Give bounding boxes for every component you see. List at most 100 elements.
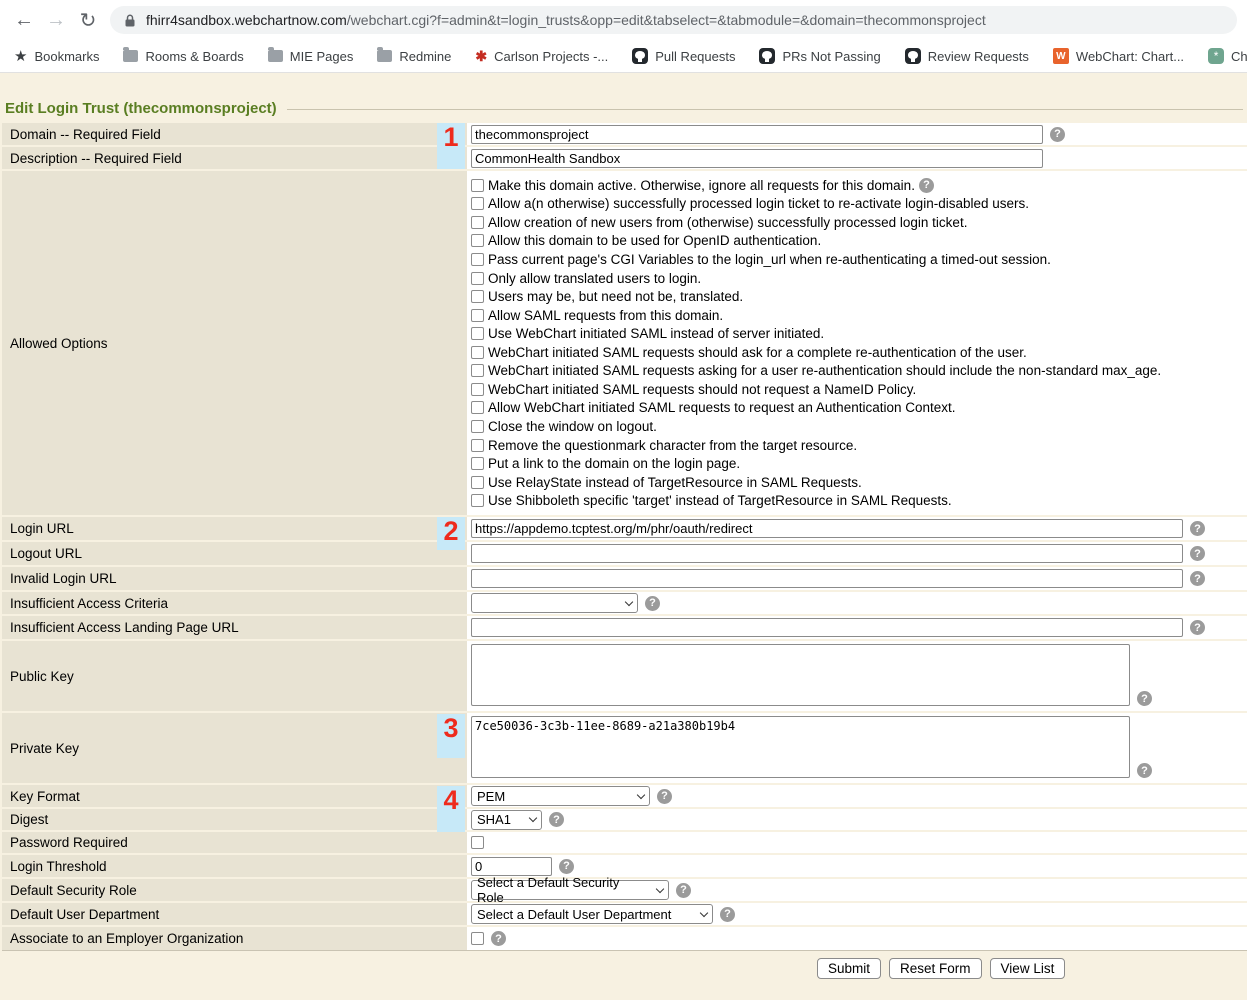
view-list-button[interactable]: View List	[990, 958, 1066, 979]
public-key-textarea[interactable]	[471, 644, 1130, 706]
help-icon[interactable]	[1190, 571, 1205, 586]
key-format-select[interactable]: PEM	[471, 786, 650, 806]
submit-button[interactable]: Submit	[817, 958, 881, 979]
bookmark-carlson-projects[interactable]: ✱Carlson Projects -...	[475, 48, 608, 65]
login-url-label: Login URL	[2, 517, 467, 540]
checkbox[interactable]	[471, 346, 484, 359]
checkbox[interactable]	[471, 309, 484, 322]
help-icon[interactable]	[549, 812, 564, 827]
checkbox[interactable]	[471, 179, 484, 192]
github-icon	[759, 48, 775, 64]
help-icon[interactable]	[676, 883, 691, 898]
checkbox[interactable]	[471, 383, 484, 396]
employer-org-checkbox[interactable]	[471, 932, 484, 945]
bookmark-bookmarks[interactable]: ★Bookmarks	[14, 47, 99, 65]
help-icon[interactable]	[720, 907, 735, 922]
help-icon[interactable]	[1190, 521, 1205, 536]
checkbox[interactable]	[471, 272, 484, 285]
help-icon[interactable]	[1137, 691, 1152, 706]
public-key-label: Public Key	[2, 641, 467, 711]
option-saml-no-nameid: WebChart initiated SAML requests should …	[471, 380, 1161, 399]
checkbox[interactable]	[471, 327, 484, 340]
help-icon[interactable]	[919, 178, 934, 193]
checkbox[interactable]	[471, 253, 484, 266]
option-openid: Allow this domain to be used for OpenID …	[471, 232, 1161, 251]
help-icon[interactable]	[491, 931, 506, 946]
checkbox[interactable]	[471, 420, 484, 433]
login-url-input[interactable]	[471, 519, 1183, 538]
invalid-login-url-input[interactable]	[471, 569, 1183, 588]
help-icon[interactable]	[645, 596, 660, 611]
chevron-down-icon	[656, 884, 664, 892]
domain-input[interactable]	[471, 125, 1043, 144]
checkbox[interactable]	[471, 401, 484, 414]
lock-icon	[124, 14, 136, 27]
private-key-textarea[interactable]: 7ce50036-3c3b-11ee-8689-a21a380b19b4	[471, 716, 1130, 778]
help-icon[interactable]	[1190, 546, 1205, 561]
bookmark-chatgpt[interactable]: *ChatGPT	[1208, 48, 1247, 64]
checkbox[interactable]	[471, 476, 484, 489]
help-icon[interactable]	[1190, 620, 1205, 635]
webchart-icon: W	[1053, 48, 1069, 64]
reload-icon[interactable]: ↻	[72, 4, 104, 36]
checkbox[interactable]	[471, 290, 484, 303]
button-strip: Submit Reset Form View List	[2, 950, 1247, 979]
row-allowed-options: Allowed Options Make this domain active.…	[2, 171, 1247, 517]
insufficient-access-landing-input[interactable]	[471, 618, 1183, 637]
option-relaystate: Use RelayState instead of TargetResource…	[471, 473, 1161, 492]
domain-label: Domain -- Required Field	[2, 123, 467, 145]
browser-navbar: ← → ↻ fhirr4sandbox.webchartnow.com/webc…	[0, 0, 1247, 40]
checkbox[interactable]	[471, 234, 484, 247]
bookmark-rooms-boards[interactable]: Rooms & Boards	[123, 49, 243, 64]
password-required-checkbox[interactable]	[471, 836, 484, 849]
option-shibboleth-target: Use Shibboleth specific 'target' instead…	[471, 492, 1161, 511]
help-icon[interactable]	[1050, 127, 1065, 142]
annotation-3: 3	[437, 714, 465, 758]
insufficient-access-criteria-label: Insufficient Access Criteria	[2, 592, 467, 614]
checkbox[interactable]	[471, 216, 484, 229]
checkbox[interactable]	[471, 439, 484, 452]
default-security-role-select[interactable]: Select a Default Security Role	[471, 880, 669, 900]
bookmark-review-requests[interactable]: Review Requests	[905, 48, 1029, 64]
url-host: fhirr4sandbox.webchartnow.com	[146, 12, 347, 28]
bookmark-pull-requests[interactable]: Pull Requests	[632, 48, 735, 64]
bookmark-mie-pages[interactable]: MIE Pages	[268, 49, 354, 64]
row-digest: Digest SHA1	[2, 809, 1247, 832]
row-default-user-department: Default User Department Select a Default…	[2, 903, 1247, 927]
key-format-label: Key Format	[2, 785, 467, 807]
bookmarks-bar: ★Bookmarks Rooms & Boards MIE Pages Redm…	[0, 40, 1247, 73]
default-security-role-label: Default Security Role	[2, 879, 467, 901]
bookmark-redmine[interactable]: Redmine	[377, 49, 451, 64]
url-bar[interactable]: fhirr4sandbox.webchartnow.com/webchart.c…	[110, 6, 1237, 34]
chevron-down-icon	[700, 908, 708, 916]
reset-form-button[interactable]: Reset Form	[889, 958, 982, 979]
logout-url-label: Logout URL	[2, 542, 467, 565]
login-threshold-input[interactable]	[471, 857, 552, 876]
row-public-key: Public Key	[2, 641, 1247, 713]
bookmark-prs-not-passing[interactable]: PRs Not Passing	[759, 48, 880, 64]
help-icon[interactable]	[559, 859, 574, 874]
option-may-be-translated: Users may be, but need not be, translate…	[471, 287, 1161, 306]
folder-icon	[377, 50, 392, 62]
digest-label: Digest	[2, 809, 467, 830]
folder-icon	[123, 50, 138, 62]
chevron-down-icon	[529, 814, 537, 822]
invalid-login-url-label: Invalid Login URL	[2, 567, 467, 590]
checkbox[interactable]	[471, 457, 484, 470]
checkbox[interactable]	[471, 364, 484, 377]
default-user-department-select[interactable]: Select a Default User Department	[471, 904, 713, 924]
help-icon[interactable]	[1137, 763, 1152, 778]
forward-icon[interactable]: →	[40, 4, 72, 36]
description-input[interactable]	[471, 149, 1043, 168]
checkbox[interactable]	[471, 197, 484, 210]
logout-url-input[interactable]	[471, 544, 1183, 563]
row-invalid-login-url: Invalid Login URL	[2, 567, 1247, 592]
github-icon	[632, 48, 648, 64]
insufficient-access-criteria-select[interactable]	[471, 593, 638, 613]
back-icon[interactable]: ←	[8, 4, 40, 36]
checkbox[interactable]	[471, 494, 484, 507]
employer-org-label: Associate to an Employer Organization	[2, 927, 467, 950]
help-icon[interactable]	[657, 789, 672, 804]
digest-select[interactable]: SHA1	[471, 810, 542, 830]
bookmark-webchart[interactable]: WWebChart: Chart...	[1053, 48, 1184, 64]
